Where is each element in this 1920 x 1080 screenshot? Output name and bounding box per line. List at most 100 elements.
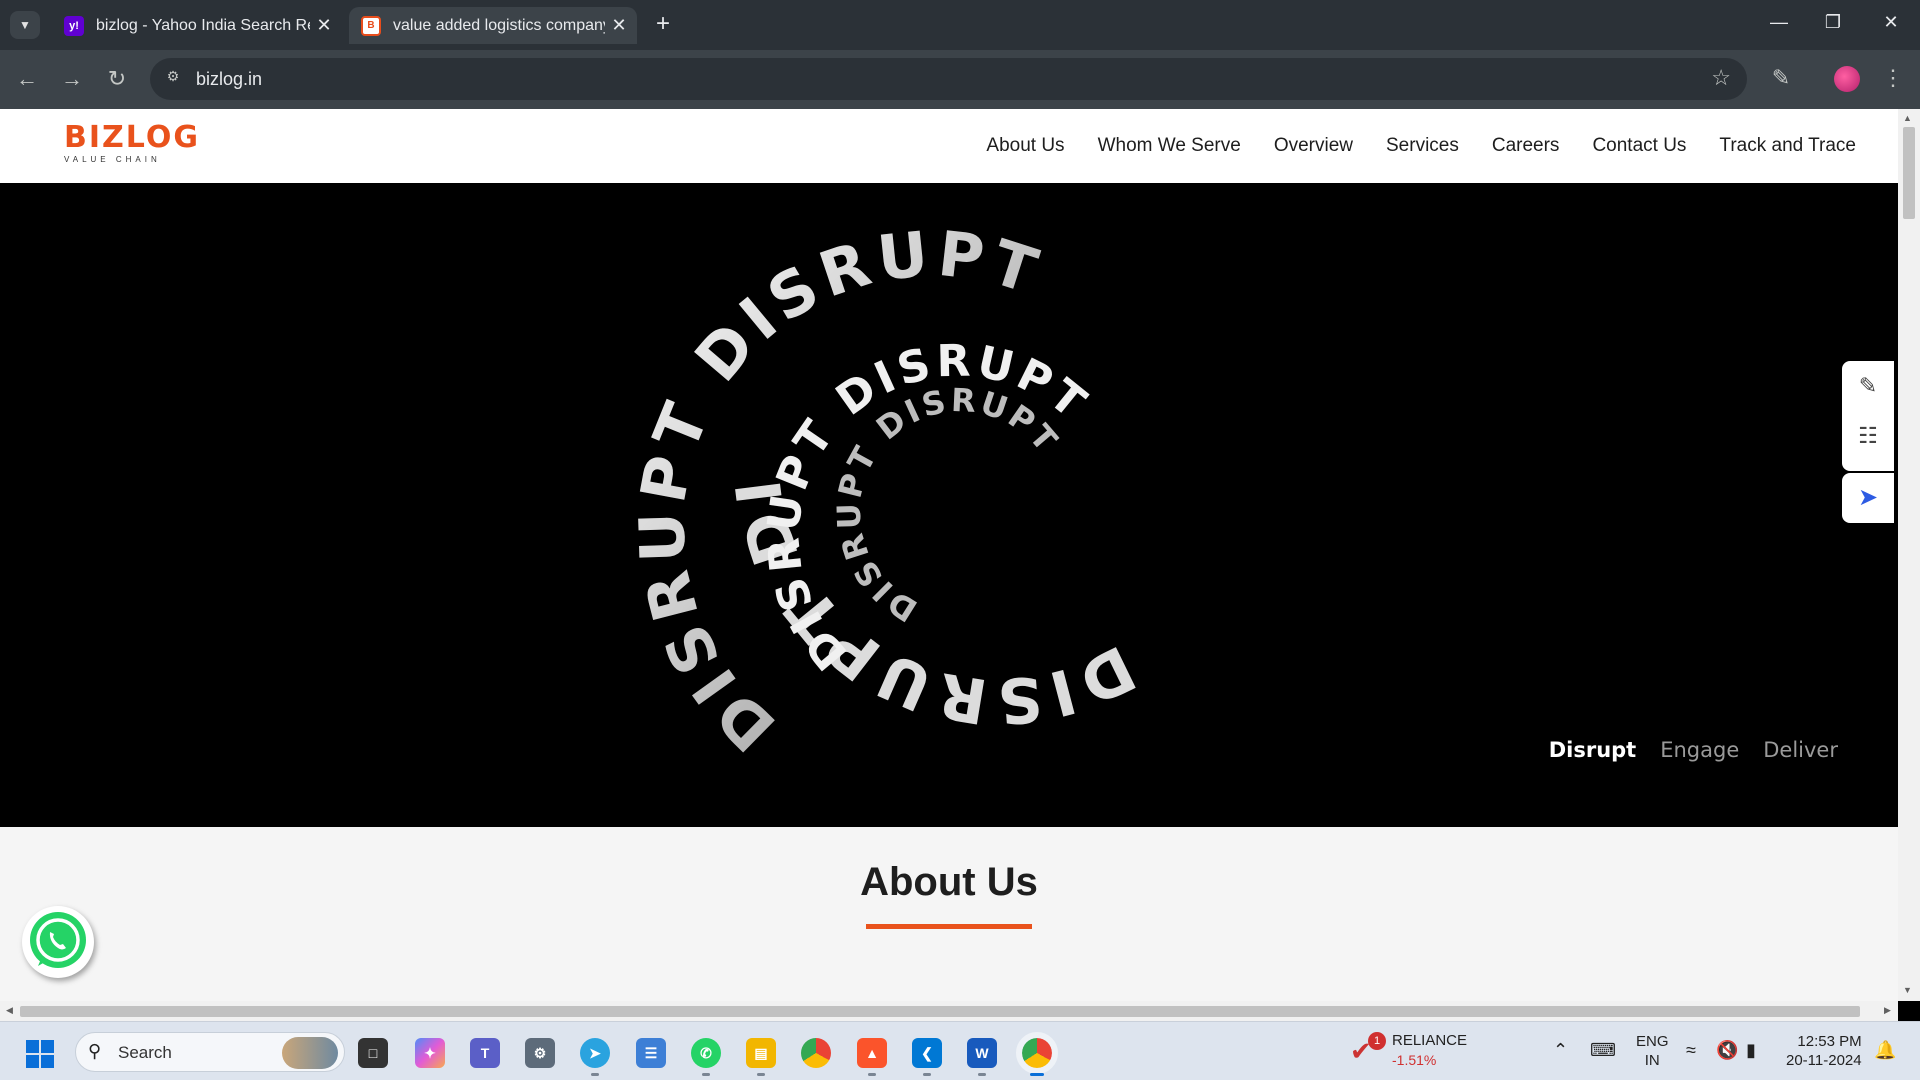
teams-icon[interactable]: T: [470, 1038, 500, 1068]
bizlog-logo[interactable]: BIZLOG VALUE CHAIN: [64, 120, 200, 165]
rocket-icon[interactable]: ➤: [1842, 473, 1894, 523]
close-window-button[interactable]: ✕: [1876, 12, 1906, 33]
minimize-button[interactable]: —: [1764, 12, 1794, 33]
close-tab-icon[interactable]: ✕: [310, 15, 338, 36]
hero-label-deliver[interactable]: Deliver: [1763, 738, 1838, 762]
whatsapp-chat-button[interactable]: [22, 906, 94, 978]
active-indicator: [1030, 1073, 1044, 1076]
running-indicator: [868, 1073, 876, 1076]
profile-avatar[interactable]: [1834, 66, 1860, 92]
hero-label-engage[interactable]: Engage: [1660, 738, 1739, 762]
bizlog-icon: B: [361, 15, 381, 36]
calendar-settings-icon[interactable]: ☷: [1855, 423, 1881, 449]
notepad-icon[interactable]: ☰: [636, 1038, 666, 1068]
browser-tab-strip: ▼ y! bizlog - Yahoo India Search Res ✕ B…: [0, 0, 1920, 50]
forward-button[interactable]: →: [57, 64, 87, 94]
edit-sparkle-icon[interactable]: ✎: [1855, 373, 1881, 399]
search-label: Search: [118, 1043, 172, 1062]
restore-button[interactable]: ❐: [1818, 12, 1848, 33]
region-code: IN: [1644, 1052, 1660, 1069]
nav-contact-us[interactable]: Contact Us: [1592, 135, 1686, 157]
browser-toolbar: ← → ↻ ⚙ bizlog.in ☆ ✎ ⋮: [0, 50, 1920, 109]
file-explorer-icon[interactable]: ▤: [746, 1038, 776, 1068]
logo-wordmark: BIZLOG: [64, 120, 200, 155]
whatsapp-icon: [30, 912, 86, 968]
main-nav: About Us Whom We Serve Overview Services…: [986, 135, 1856, 157]
task-view-icon[interactable]: □: [358, 1038, 388, 1068]
stock-change: -1.51%: [1392, 1052, 1437, 1068]
clock[interactable]: 12:53 PM 20-11-2024: [1786, 1032, 1862, 1070]
wifi-icon[interactable]: ≈: [1686, 1040, 1696, 1061]
horizontal-scroll-thumb[interactable]: [20, 1006, 1860, 1017]
hero-banner: DISRUPT DISRUPT DISRUPT DISRUPT DISRUPT …: [0, 183, 1898, 827]
search-highlight-image: [282, 1037, 338, 1069]
tab-title: bizlog - Yahoo India Search Res: [96, 16, 310, 34]
taskbar-search[interactable]: ⚲ Search: [75, 1032, 345, 1072]
browser-tab-bizlog[interactable]: B value added logistics company ✕: [349, 7, 637, 44]
bookmark-star-icon[interactable]: ☆: [1711, 65, 1731, 91]
notification-bell-icon[interactable]: 🔔: [1874, 1040, 1896, 1061]
scroll-left-arrow-icon[interactable]: ◀: [6, 1005, 13, 1016]
search-icon: ⚲: [88, 1041, 102, 1061]
vertical-scroll-thumb[interactable]: [1903, 127, 1915, 219]
nav-track-and-trace[interactable]: Track and Trace: [1719, 135, 1856, 157]
chrome-profile-icon[interactable]: [1016, 1032, 1058, 1074]
scroll-down-arrow-icon[interactable]: ▼: [1903, 985, 1912, 995]
telegram-icon[interactable]: ➤: [580, 1038, 610, 1068]
nav-services[interactable]: Services: [1386, 135, 1459, 157]
clock-time: 12:53 PM: [1797, 1033, 1862, 1050]
keyboard-icon[interactable]: ⌨: [1590, 1040, 1616, 1061]
battery-icon[interactable]: ▮: [1746, 1040, 1756, 1061]
vertical-scrollbar[interactable]: ▲ ▼: [1898, 109, 1920, 1001]
reload-button[interactable]: ↻: [102, 64, 132, 94]
hero-slide-labels: Disrupt Engage Deliver: [1549, 738, 1838, 762]
horizontal-scrollbar[interactable]: ◀ ▶: [0, 1001, 1898, 1021]
logo-tagline: VALUE CHAIN: [64, 155, 161, 164]
language-indicator[interactable]: ENG IN: [1636, 1032, 1669, 1070]
site-header: BIZLOG VALUE CHAIN About Us Whom We Serv…: [0, 109, 1898, 183]
vscode-icon[interactable]: ❮: [912, 1038, 942, 1068]
yahoo-icon: y!: [64, 15, 84, 36]
clock-date: 20-11-2024: [1786, 1052, 1862, 1069]
nav-about-us[interactable]: About Us: [986, 135, 1064, 157]
brave-icon[interactable]: ▲: [857, 1038, 887, 1068]
nav-careers[interactable]: Careers: [1492, 135, 1560, 157]
browser-tab-yahoo[interactable]: y! bizlog - Yahoo India Search Res ✕: [52, 7, 342, 44]
chrome-icon[interactable]: [801, 1038, 831, 1068]
scroll-up-arrow-icon[interactable]: ▲: [1903, 113, 1912, 123]
hero-label-disrupt[interactable]: Disrupt: [1549, 738, 1637, 762]
new-tab-button[interactable]: +: [650, 12, 676, 38]
tab-search-button[interactable]: ▼: [10, 11, 40, 39]
about-section: About Us: [0, 827, 1898, 1001]
copilot-icon[interactable]: ✦: [415, 1038, 445, 1068]
nav-overview[interactable]: Overview: [1274, 135, 1353, 157]
extensions-icon[interactable]: ✎: [1766, 65, 1796, 91]
nav-whom-we-serve[interactable]: Whom We Serve: [1098, 135, 1241, 157]
page-viewport: BIZLOG VALUE CHAIN About Us Whom We Serv…: [0, 109, 1898, 1001]
address-bar[interactable]: ⚙ bizlog.in ☆: [150, 58, 1747, 100]
settings-icon[interactable]: ⚙: [525, 1038, 555, 1068]
notification-badge: 1: [1368, 1032, 1386, 1050]
scroll-right-arrow-icon[interactable]: ▶: [1884, 1005, 1891, 1016]
tab-title: value added logistics company: [393, 16, 605, 34]
running-indicator: [923, 1073, 931, 1076]
running-indicator: [978, 1073, 986, 1076]
floating-tools-panel: ✎ ☷: [1842, 361, 1894, 471]
site-info-icon[interactable]: ⚙: [162, 68, 184, 90]
show-hidden-icons-chevron-icon[interactable]: ⌃: [1553, 1040, 1568, 1061]
menu-kebab-icon[interactable]: ⋮: [1878, 65, 1908, 91]
stock-name: RELIANCE: [1392, 1032, 1468, 1049]
whatsapp-app-icon[interactable]: ✆: [691, 1038, 721, 1068]
language-code: ENG: [1636, 1033, 1669, 1050]
spiral-rings: DISRUPT DISRUPT DISRUPT DISRUPT DISRUPT …: [0, 183, 1140, 766]
running-indicator: [702, 1073, 710, 1076]
word-icon[interactable]: W: [967, 1038, 997, 1068]
about-heading: About Us: [860, 860, 1038, 904]
start-button[interactable]: [26, 1040, 54, 1068]
heading-underline: [866, 924, 1032, 929]
back-button[interactable]: ←: [12, 64, 42, 94]
running-indicator: [591, 1073, 599, 1076]
volume-muted-icon[interactable]: 🔇: [1716, 1040, 1738, 1061]
url-text: bizlog.in: [196, 69, 263, 89]
close-tab-icon[interactable]: ✕: [605, 15, 633, 36]
